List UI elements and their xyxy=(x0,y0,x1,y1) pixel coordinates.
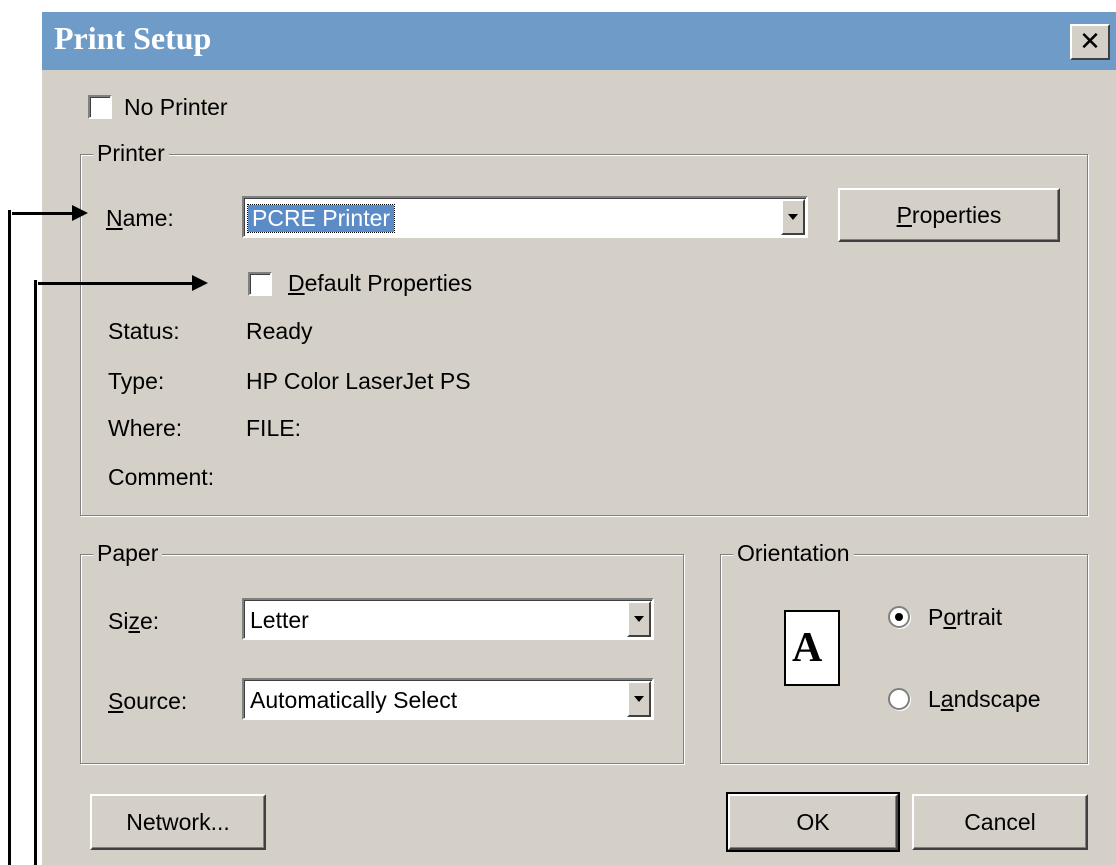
where-value: FILE: xyxy=(246,415,301,441)
type-value: HP Color LaserJet PS xyxy=(246,368,471,394)
paper-size-dropdown[interactable]: Letter xyxy=(242,598,654,640)
orientation-legend: Orientation xyxy=(733,540,854,567)
page-orientation-icon: A xyxy=(784,610,840,686)
landscape-radio[interactable] xyxy=(888,688,910,710)
page-glyph: A xyxy=(792,625,823,671)
arrowhead-icon xyxy=(72,205,88,221)
annotation-arrow-name xyxy=(12,212,76,215)
title-bar: Print Setup ✕ xyxy=(42,12,1116,70)
landscape-label: Landscape xyxy=(928,686,1041,712)
name-label: Name: xyxy=(106,205,174,231)
no-printer-checkbox[interactable] xyxy=(88,95,112,119)
source-label: Source: xyxy=(108,688,188,714)
paper-groupbox: Paper xyxy=(80,540,684,764)
portrait-label: Portrait xyxy=(928,604,1003,630)
paper-source-dropdown[interactable]: Automatically Select xyxy=(242,678,654,720)
annotation-arrow-default-props xyxy=(38,282,196,285)
close-button[interactable]: ✕ xyxy=(1070,24,1110,60)
orientation-groupbox: Orientation xyxy=(720,540,1088,764)
paper-size-value: Letter xyxy=(250,607,309,633)
properties-button[interactable]: Properties xyxy=(838,188,1060,242)
portrait-radio[interactable] xyxy=(888,606,910,628)
where-label: Where: xyxy=(108,415,183,441)
no-printer-label: No Printer xyxy=(124,94,228,120)
close-icon: ✕ xyxy=(1079,27,1101,57)
printer-name-value: PCRE Printer xyxy=(246,204,396,233)
ok-button[interactable]: OK xyxy=(726,792,900,852)
size-label: Size: xyxy=(108,608,160,634)
status-value: Ready xyxy=(246,318,313,344)
default-properties-checkbox[interactable] xyxy=(248,272,272,296)
dropdown-arrow-icon[interactable] xyxy=(627,601,651,637)
status-label: Status: xyxy=(108,318,180,344)
comment-label: Comment: xyxy=(108,464,215,490)
default-properties-label: Default Properties xyxy=(288,270,473,296)
printer-name-dropdown[interactable]: PCRE Printer xyxy=(242,196,808,238)
paper-source-value: Automatically Select xyxy=(250,687,458,713)
cancel-button[interactable]: Cancel xyxy=(912,794,1088,850)
dropdown-arrow-icon[interactable] xyxy=(627,681,651,717)
dropdown-arrow-icon[interactable] xyxy=(781,199,805,235)
paper-legend: Paper xyxy=(93,540,163,567)
annotation-line-default-props xyxy=(34,280,37,865)
print-setup-dialog: Print Setup ✕ No Printer Printer Name: P… xyxy=(12,10,1116,865)
network-button[interactable]: Network... xyxy=(90,794,266,850)
printer-legend: Printer xyxy=(93,140,169,167)
window-title: Print Setup xyxy=(54,20,212,56)
type-label: Type: xyxy=(108,368,165,394)
annotation-line-name xyxy=(8,210,11,865)
arrowhead-icon xyxy=(192,275,208,291)
